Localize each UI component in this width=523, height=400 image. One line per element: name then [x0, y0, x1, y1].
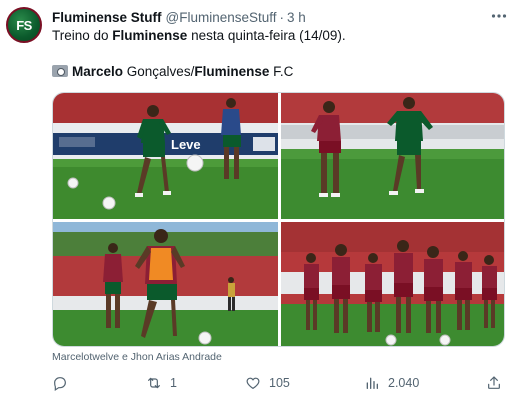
tweet-text-line-1: Treino do Fluminense nesta quinta-feira … — [52, 27, 507, 45]
views-count: 2.040 — [388, 376, 420, 390]
reply-icon — [54, 377, 66, 391]
views-button[interactable]: 2.040 — [364, 372, 419, 394]
reply-button[interactable] — [52, 372, 76, 394]
photo-credit-name: Marcelo — [72, 64, 124, 79]
tweet[interactable]: FS Fluminense Stuff @FluminenseStuff · 3… — [0, 0, 523, 400]
photo-2-image — [281, 93, 504, 219]
action-bar: 1 105 2.040 — [52, 372, 507, 394]
photo-2[interactable] — [281, 93, 504, 219]
separator-dot: · — [279, 9, 285, 25]
photo-4-image — [281, 222, 504, 346]
avatar-logo-text: FS — [16, 17, 32, 33]
share-button[interactable] — [486, 372, 502, 394]
retweet-count: 1 — [170, 376, 177, 390]
photo-3[interactable] — [53, 222, 278, 346]
photo-4[interactable] — [281, 222, 504, 346]
author-handle[interactable]: @FluminenseStuff — [166, 10, 277, 25]
retweet-button[interactable]: 1 — [146, 372, 177, 394]
tweet-text-suffix: nesta quinta-feira (14/09). — [187, 28, 346, 43]
photo-3-image — [53, 222, 278, 346]
like-button[interactable]: 105 — [245, 372, 290, 394]
photo-1-board-text: Leve — [171, 137, 201, 152]
media-caption: Marcelotwelve e Jhon Arias Andrade — [52, 351, 222, 363]
views-chart-icon — [366, 377, 378, 389]
like-count: 105 — [269, 376, 290, 390]
tweet-text-line-2: Marcelo Gonçalves/Fluminense F.C — [52, 63, 507, 81]
share-icon — [488, 376, 500, 389]
photo-1-image: Leve — [53, 93, 278, 219]
camera-icon — [52, 65, 68, 77]
media-grid: Leve — [52, 92, 505, 347]
retweet-icon — [148, 377, 160, 389]
tweet-text-prefix: Treino do — [52, 28, 113, 43]
photo-credit-end: F.C — [269, 64, 294, 79]
more-options-icon[interactable] — [491, 10, 507, 20]
tweet-text-bold: Fluminense — [112, 28, 188, 43]
photo-1[interactable]: Leve — [53, 93, 278, 219]
tweet-timestamp[interactable]: 3 h — [287, 10, 306, 25]
heart-icon — [246, 377, 260, 390]
photo-credit-org: Fluminense — [194, 64, 270, 79]
photo-credit-rest: Gonçalves/ — [123, 64, 195, 79]
avatar[interactable]: FS — [6, 7, 42, 43]
author-name[interactable]: Fluminense Stuff — [52, 10, 162, 25]
tweet-header: Fluminense Stuff @FluminenseStuff · 3 h — [52, 8, 306, 26]
